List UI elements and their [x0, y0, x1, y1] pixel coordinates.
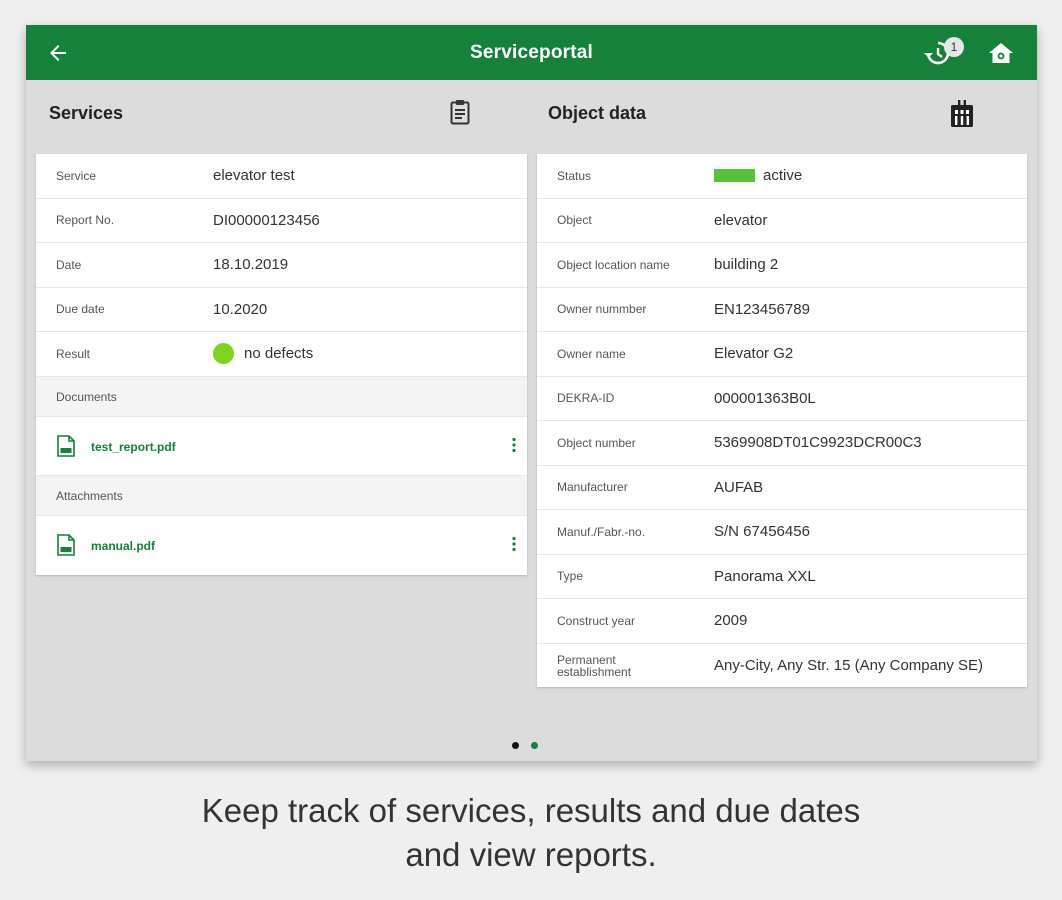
due-date-label: Due date [56, 302, 105, 317]
result-label: Result [56, 346, 91, 361]
documents-group-header: Documents [36, 376, 527, 417]
app-bar: Serviceportal 1 [26, 25, 1037, 80]
attachment-item[interactable]: manual.pdf [36, 516, 527, 575]
status-value: active [763, 167, 803, 185]
app-title: Serviceportal [470, 42, 593, 63]
more-vert-icon[interactable] [511, 536, 517, 552]
result-row: Result no defects [36, 332, 527, 377]
more-vert-icon[interactable] [511, 437, 517, 453]
permanent-establishment-row: Permanent establishment Any-City, Any St… [537, 644, 1027, 689]
date-value: 18.10.2019 [213, 256, 289, 274]
pdf-file-icon [57, 434, 75, 457]
dekra-id-value: 000001363B0L [714, 389, 816, 407]
owner-name-row: Owner name Elevator G2 [537, 332, 1027, 377]
caption-line-2: and view reports. [405, 836, 657, 873]
result-value: no defects [244, 345, 314, 363]
fabrication-number-label: Manuf./Fabr.-no. [557, 524, 646, 539]
dekra-id-label: DEKRA-ID [557, 391, 615, 406]
home-icon[interactable] [988, 41, 1014, 65]
object-location-row: Object location name building 2 [537, 243, 1027, 288]
status-active-bar [714, 169, 755, 183]
page-indicator [512, 742, 538, 749]
object-location-label: Object location name [557, 257, 670, 272]
report-no-value: DI00000123456 [213, 211, 320, 229]
promo-caption: Keep track of services, results and due … [0, 789, 1062, 877]
object-number-label: Object number [557, 435, 636, 450]
owner-number-row: Owner nummber EN123456789 [537, 288, 1027, 332]
report-no-label: Report No. [56, 213, 115, 228]
owner-name-label: Owner name [557, 346, 626, 361]
service-row: Service elevator test [36, 154, 527, 199]
page-dot-1[interactable] [512, 742, 519, 749]
service-label: Service [56, 168, 97, 183]
object-number-value: 5369908DT01C9923DCR00C3 [714, 434, 922, 452]
report-no-row: Report No. DI00000123456 [36, 199, 527, 243]
fabrication-number-row: Manuf./Fabr.-no. S/N 67456456 [537, 510, 1027, 555]
due-date-row: Due date 10.2020 [36, 288, 527, 332]
construct-year-value: 2009 [714, 612, 748, 630]
elevator-icon[interactable] [950, 100, 974, 128]
object-data-section-title: Object data [548, 103, 647, 123]
owner-number-label: Owner nummber [557, 302, 647, 317]
manufacturer-value: AUFAB [714, 478, 764, 496]
object-label: Object [557, 213, 592, 228]
object-location-value: building 2 [714, 256, 779, 274]
manufacturer-row: Manufacturer AUFAB [537, 466, 1027, 510]
services-section-title: Services [49, 103, 124, 123]
object-value: elevator [714, 211, 768, 229]
caption-line-1: Keep track of services, results and due … [201, 792, 861, 829]
type-label: Type [557, 569, 584, 584]
date-row: Date 18.10.2019 [36, 243, 527, 288]
construct-year-row: Construct year 2009 [537, 599, 1027, 644]
attachments-group-header: Attachments [36, 475, 527, 516]
owner-name-value: Elevator G2 [714, 345, 794, 363]
object-row: Object elevator [537, 199, 1027, 243]
status-value-wrap: active [714, 154, 802, 198]
due-date-value: 10.2020 [213, 300, 268, 318]
type-row: Type Panorama XXL [537, 555, 1027, 599]
manufacturer-label: Manufacturer [557, 480, 628, 495]
construct-year-label: Construct year [557, 613, 636, 628]
fabrication-number-value: S/N 67456456 [714, 523, 810, 541]
clipboard-icon[interactable] [450, 99, 470, 125]
page-dot-2[interactable] [531, 742, 538, 749]
dekra-id-row: DEKRA-ID 000001363B0L [537, 377, 1027, 421]
service-value: elevator test [213, 167, 295, 185]
object-number-row: Object number 5369908DT01C9923DCR00C3 [537, 421, 1027, 466]
owner-number-value: EN123456789 [714, 300, 810, 318]
status-label: Status [557, 168, 592, 183]
attachments-label: Attachments [56, 488, 123, 503]
result-ok-dot [213, 343, 234, 365]
app-window: Serviceportal 1 Services Service elevato… [26, 25, 1037, 761]
pdf-file-icon [57, 533, 75, 556]
date-label: Date [56, 257, 82, 272]
document-name: test_report.pdf [91, 439, 176, 454]
status-row: Status active [537, 154, 1027, 199]
documents-label: Documents [56, 389, 117, 404]
object-data-card: Status active Object elevator Object loc… [537, 154, 1027, 687]
attachment-name: manual.pdf [91, 538, 156, 553]
document-item[interactable]: test_report.pdf [36, 417, 527, 476]
sync-count-badge: 1 [944, 37, 964, 57]
services-card: Service elevator test Report No. DI00000… [36, 154, 527, 575]
permanent-establishment-value: Any-City, Any Str. 15 (Any Company SE) [714, 657, 983, 675]
permanent-establishment-label: Permanent establishment [557, 652, 632, 679]
result-value-wrap: no defects [213, 332, 313, 376]
type-value: Panorama XXL [714, 567, 816, 585]
